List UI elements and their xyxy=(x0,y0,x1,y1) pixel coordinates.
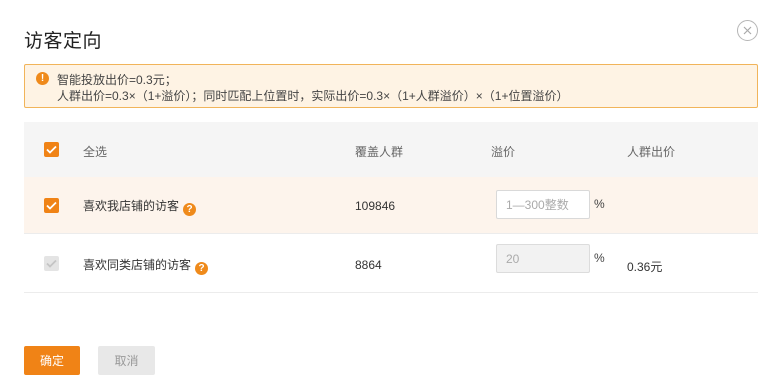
percent-unit: % xyxy=(594,197,605,211)
cancel-button[interactable]: 取消 xyxy=(98,346,155,375)
notice-line-2: 人群出价=0.3×（1+溢价）；同时匹配上位置时，实际出价=0.3×（1+人群溢… xyxy=(57,89,569,103)
row-coverage: 109846 xyxy=(355,199,396,213)
row-name-cell: 喜欢我店铺的访客? xyxy=(83,197,197,216)
notice-banner: ! 智能投放出价=0.3元； 人群出价=0.3×（1+溢价）；同时匹配上位置时，… xyxy=(24,64,758,108)
help-icon[interactable]: ? xyxy=(183,203,197,216)
premium-input-disabled xyxy=(496,244,590,273)
header-crowd-bid: 人群出价 xyxy=(627,145,676,159)
table-header: 全选 覆盖人群 溢价 人群出价 xyxy=(24,122,758,177)
crowd-table: 全选 覆盖人群 溢价 人群出价 喜欢我店铺的访客? 109846 % 喜欢同类店… xyxy=(24,122,758,293)
help-icon[interactable]: ? xyxy=(195,262,209,275)
table-row: 喜欢我店铺的访客? 109846 % xyxy=(24,177,758,234)
visitor-targeting-dialog: 访客定向 ! 智能投放出价=0.3元； 人群出价=0.3×（1+溢价）；同时匹配… xyxy=(0,0,771,385)
table-row: 喜欢同类店铺的访客? 8864 % 0.36元 xyxy=(24,234,758,293)
header-select-all: 全选 xyxy=(83,145,108,159)
row-name: 喜欢我店铺的访客 xyxy=(83,199,180,213)
dialog-title: 访客定向 xyxy=(24,31,103,52)
row-coverage: 8864 xyxy=(355,258,382,272)
row-checkbox-disabled xyxy=(44,256,59,271)
alert-icon: ! xyxy=(36,72,49,85)
row-name-cell: 喜欢同类店铺的访客? xyxy=(83,256,209,275)
close-icon[interactable] xyxy=(737,20,758,41)
row-crowd-bid: 0.36元 xyxy=(627,260,663,274)
header-coverage: 覆盖人群 xyxy=(355,145,404,159)
notice-line-1: 智能投放出价=0.3元； xyxy=(57,73,177,87)
premium-input[interactable] xyxy=(496,190,590,219)
row-checkbox[interactable] xyxy=(44,198,59,213)
confirm-button[interactable]: 确定 xyxy=(24,346,80,375)
select-all-checkbox[interactable] xyxy=(44,142,59,157)
header-premium: 溢价 xyxy=(491,145,516,159)
percent-unit: % xyxy=(594,251,605,265)
row-name: 喜欢同类店铺的访客 xyxy=(83,258,192,272)
